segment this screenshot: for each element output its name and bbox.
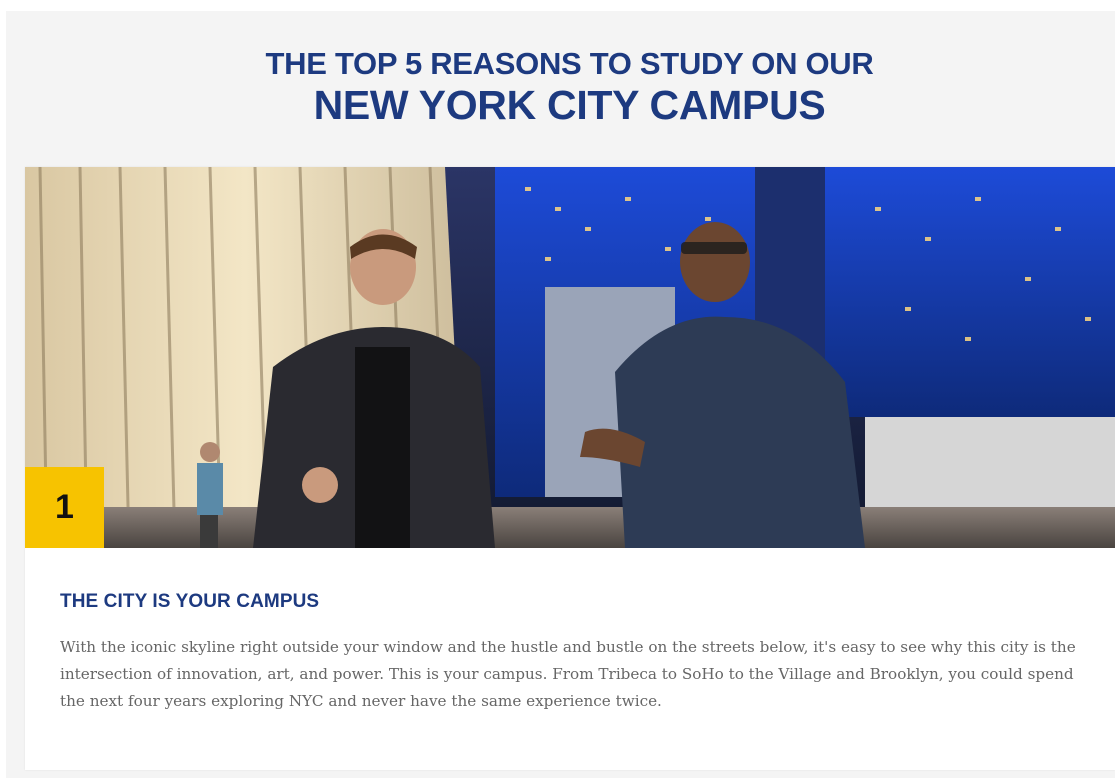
reason-body-text: With the iconic skyline right outside yo… [60, 638, 1076, 710]
reason-number-badge: 1 [25, 467, 104, 548]
page: THE TOP 5 REASONS TO STUDY ON OUR NEW YO… [0, 0, 1115, 778]
hero-photo-illustration [25, 167, 1115, 548]
page-title-line2: NEW YORK CITY CAMPUS [313, 82, 826, 128]
hero-image: 1 [25, 167, 1115, 548]
reason-card: 1 THE CITY IS YOUR CAMPUS With the iconi… [25, 167, 1115, 770]
page-title-line1: THE TOP 5 REASONS TO STUDY ON OUR [265, 46, 874, 81]
reason-heading: THE CITY IS YOUR CAMPUS [60, 591, 320, 612]
